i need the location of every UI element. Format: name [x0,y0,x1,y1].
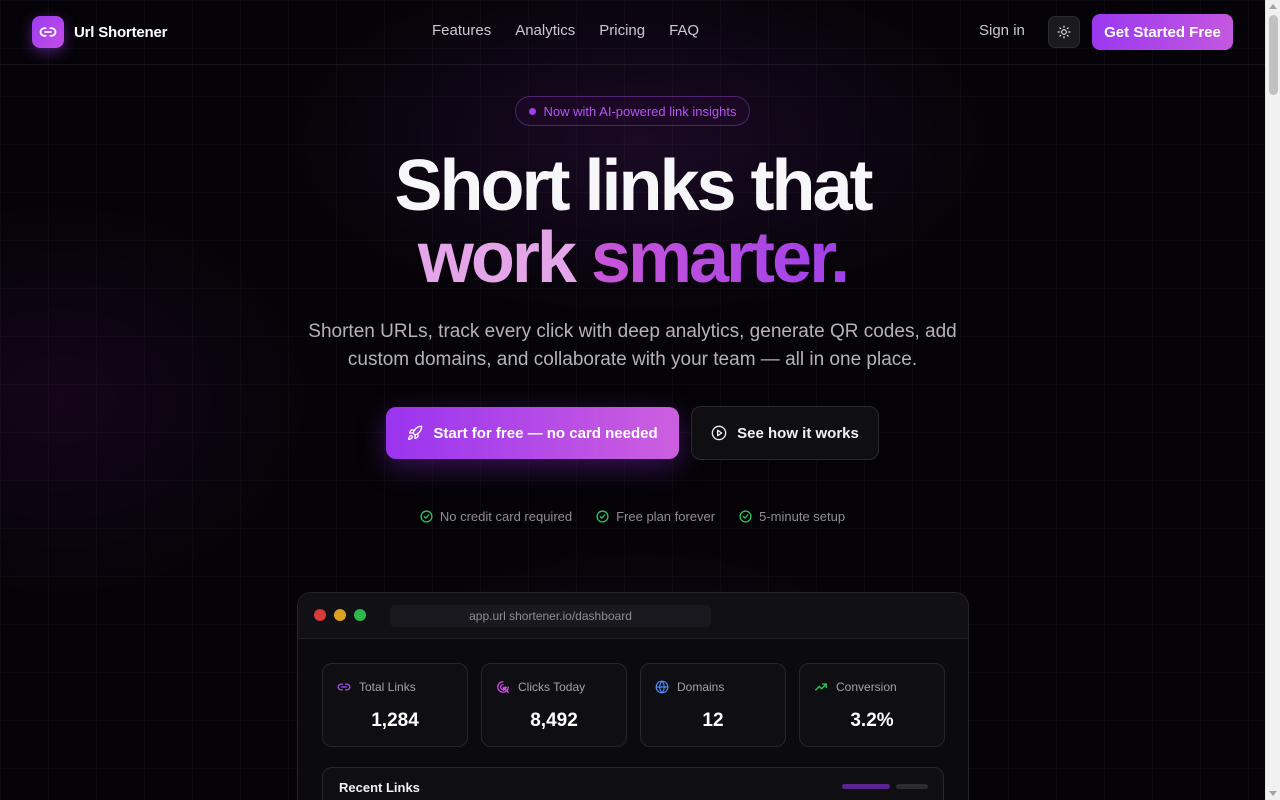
stat-label: Conversion [836,680,897,694]
see-how-it-works-button[interactable]: See how it works [691,406,879,460]
stat-label: Domains [677,680,725,694]
nav-link-pricing[interactable]: Pricing [599,22,645,39]
globe-icon [655,680,669,694]
nav-link-features[interactable]: Features [432,22,491,39]
preview-url-bar: app.url shortener.io/dashboard [390,605,711,627]
brand-name: Url Shortener [74,23,168,41]
stat-value: 8,492 [530,710,578,731]
click-icon [497,681,509,693]
play-circle-icon [711,425,727,441]
dashboard-preview-window: app.url shortener.io/dashboard Total Lin… [297,592,969,800]
rocket-icon [408,425,423,440]
check-label: No credit card required [439,509,573,524]
feature-checks: No credit card required Free plan foreve… [0,509,1265,524]
scroll-down-arrow-icon[interactable] [1269,791,1277,796]
trend-up-icon [815,683,827,691]
stat-label: Clicks Today [518,680,586,694]
nav-link-faq[interactable]: FAQ [669,22,699,39]
recent-links-pill [896,784,928,789]
theme-toggle-button[interactable] [1048,16,1080,48]
check-circle-icon [596,510,609,523]
stat-value: 3.2% [850,710,894,731]
link-icon [337,683,351,691]
stat-card-total-links: Total Links 1,284 [322,663,468,747]
badge-text: Now with AI-powered link insights [543,103,737,119]
brand[interactable]: Url Shortener [32,16,167,48]
announcement-badge[interactable]: Now with AI-powered link insights [515,96,750,126]
stat-card-domains: Domains 12 [640,663,786,747]
check-item: Free plan forever [596,509,715,524]
top-navbar: Url Shortener Features Analytics Pricing… [0,0,1265,65]
page-scrollbar[interactable] [1265,0,1280,800]
check-circle-icon [739,510,752,523]
hero-title-line2: work smarter. [0,222,1265,294]
scroll-up-arrow-icon[interactable] [1269,4,1277,9]
see-how-label: See how it works [737,424,859,442]
check-item: 5-minute setup [739,509,845,524]
check-label: Free plan forever [616,509,716,524]
scrollbar-thumb[interactable] [1269,15,1278,95]
hero-title-line1: Short links that [394,146,873,226]
link-logo-icon [32,16,64,48]
hero-title-word-work: work [417,218,577,298]
hero-title-word-smarter: smarter. [590,218,850,298]
nav-link-analytics[interactable]: Analytics [515,22,575,39]
check-label: 5-minute setup [759,509,846,524]
window-maximize-dot [354,609,366,621]
stat-value: 12 [702,710,724,731]
start-free-label: Start for free — no card needed [433,424,658,442]
window-minimize-dot [334,609,346,621]
sun-icon [1057,25,1071,39]
stat-card-conversion: Conversion 3.2% [799,663,945,747]
get-started-button[interactable]: Get Started Free [1092,14,1233,50]
window-titlebar: app.url shortener.io/dashboard [298,593,968,639]
hero-subtitle: Shorten URLs, track every click with dee… [308,321,957,370]
window-close-dot [314,609,326,621]
stat-label: Total Links [359,680,416,694]
recent-links-pill [842,784,890,789]
stats-row: Total Links 1,284 Clicks Today 8,492 Dom… [322,663,945,747]
check-circle-icon [420,510,433,523]
recent-links-panel: Recent Links [322,767,944,800]
check-item: No credit card required [420,509,572,524]
nav-links: Features Analytics Pricing FAQ [432,22,699,39]
start-free-button[interactable]: Start for free — no card needed [386,407,679,459]
stat-value: 1,284 [371,710,419,731]
sign-in-link[interactable]: Sign in [979,22,1025,39]
stat-card-clicks-today: Clicks Today 8,492 [481,663,627,747]
badge-dot [528,107,536,115]
recent-links-title: Recent Links [339,780,420,795]
